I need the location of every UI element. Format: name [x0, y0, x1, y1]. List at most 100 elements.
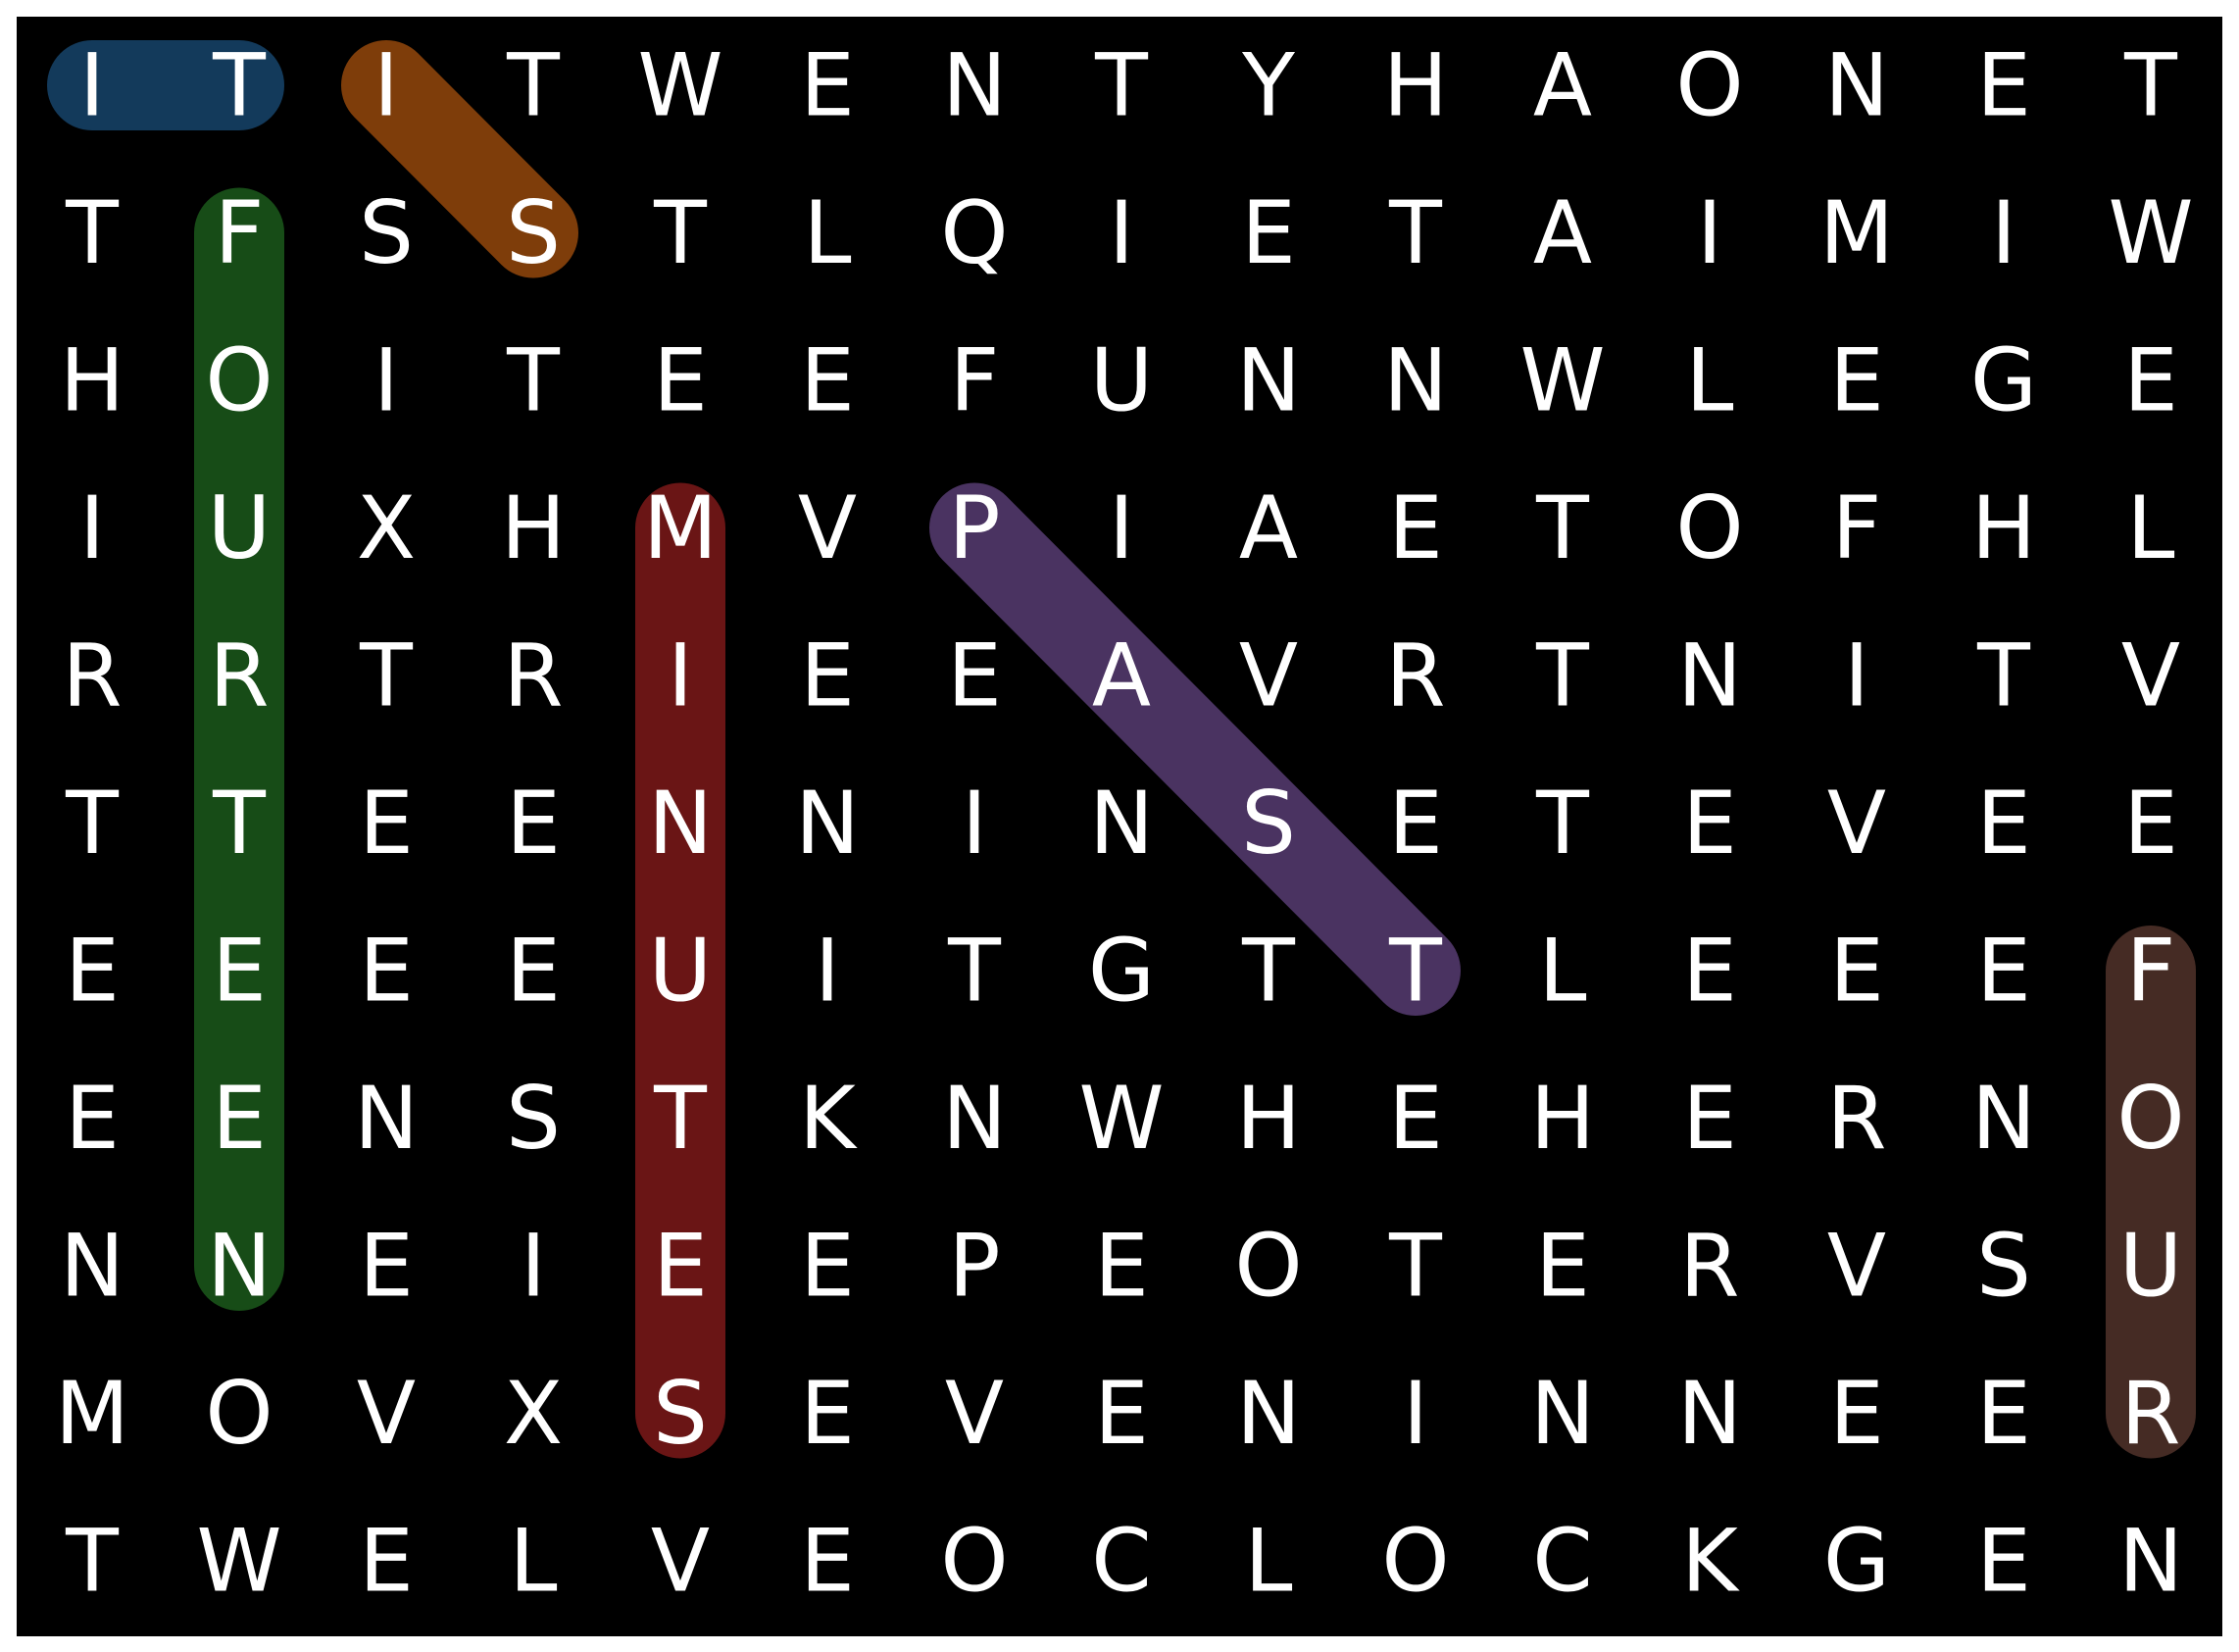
grid-cell[interactable]: V [1827, 773, 1886, 874]
grid-cell[interactable]: S [359, 182, 414, 283]
grid-cell[interactable]: G [1970, 330, 2037, 431]
grid-cell[interactable]: L [1685, 330, 1733, 431]
grid-cell[interactable]: T [1094, 35, 1149, 136]
grid-cell[interactable]: E [1976, 921, 2031, 1022]
grid-cell[interactable]: G [1823, 1511, 1890, 1612]
grid-cell[interactable]: L [1538, 921, 1586, 1022]
grid-cell[interactable]: L [1244, 1511, 1292, 1612]
grid-cell[interactable]: E [1682, 1068, 1737, 1169]
grid-cell[interactable]: P [948, 1216, 1000, 1317]
grid-cell[interactable]: E [212, 921, 267, 1022]
grid-cell[interactable]: E [506, 773, 561, 874]
grid-cell[interactable]: N [942, 35, 1007, 136]
grid-cell[interactable]: E [1388, 773, 1443, 874]
grid-cell[interactable]: I [1991, 182, 2016, 283]
grid-cell[interactable]: T [1535, 626, 1590, 726]
grid-cell[interactable]: V [798, 477, 857, 578]
grid-cell[interactable]: O [1675, 35, 1743, 136]
grid-cell[interactable]: I [521, 1216, 546, 1317]
grid-cell[interactable]: S [1976, 1216, 2031, 1317]
grid-cell[interactable]: E [653, 1216, 708, 1317]
grid-cell[interactable]: E [1682, 773, 1737, 874]
grid-cell[interactable]: H [1236, 1068, 1301, 1169]
grid-cell[interactable]: E [800, 1216, 855, 1317]
grid-cell[interactable]: E [359, 1216, 414, 1317]
grid-cell[interactable]: M [55, 1363, 129, 1464]
grid-cell[interactable]: V [2121, 626, 2180, 726]
grid-cell[interactable]: N [2118, 1511, 2183, 1612]
grid-cell[interactable]: S [1241, 773, 1296, 874]
grid-cell[interactable]: A [1533, 35, 1592, 136]
grid-cell[interactable]: E [1829, 921, 1884, 1022]
grid-cell[interactable]: T [947, 921, 1002, 1022]
grid-cell[interactable]: T [1388, 921, 1443, 1022]
grid-cell[interactable]: E [359, 921, 414, 1022]
grid-cell[interactable]: R [1385, 626, 1445, 726]
grid-cell[interactable]: N [1089, 773, 1154, 874]
grid-cell[interactable]: V [1827, 1216, 1886, 1317]
grid-cell[interactable]: L [803, 182, 851, 283]
grid-cell[interactable]: A [1533, 182, 1592, 283]
grid-cell[interactable]: E [1682, 921, 1737, 1022]
grid-cell[interactable]: C [1532, 1511, 1592, 1612]
grid-cell[interactable]: E [1094, 1363, 1149, 1464]
grid-cell[interactable]: E [800, 626, 855, 726]
grid-cell[interactable]: O [940, 1511, 1008, 1612]
grid-cell[interactable]: E [1976, 1363, 2031, 1464]
grid-cell[interactable]: N [648, 773, 713, 874]
grid-cell[interactable]: N [1236, 1363, 1301, 1464]
grid-cell[interactable]: N [1236, 330, 1301, 431]
grid-cell[interactable]: T [212, 35, 267, 136]
grid-cell[interactable]: P [948, 477, 1000, 578]
grid-cell[interactable]: I [79, 35, 105, 136]
grid-cell[interactable]: E [947, 626, 1002, 726]
grid-cell[interactable]: N [942, 1068, 1007, 1169]
grid-cell[interactable]: F [950, 330, 1000, 431]
grid-cell[interactable]: I [815, 921, 840, 1022]
grid-cell[interactable]: L [509, 1511, 557, 1612]
grid-cell[interactable]: T [65, 1511, 120, 1612]
grid-cell[interactable]: R [209, 626, 269, 726]
grid-cell[interactable]: A [1239, 477, 1298, 578]
grid-cell[interactable]: E [212, 1068, 267, 1169]
grid-cell[interactable]: T [359, 626, 414, 726]
grid-cell[interactable]: I [373, 35, 399, 136]
grid-cell[interactable]: N [1530, 1363, 1595, 1464]
grid-cell[interactable]: T [1976, 626, 2031, 726]
grid-cell[interactable]: L [2126, 477, 2174, 578]
grid-cell[interactable]: T [653, 182, 708, 283]
grid-cell[interactable]: T [506, 330, 561, 431]
grid-cell[interactable]: V [945, 1363, 1004, 1464]
grid-cell[interactable]: I [1109, 182, 1134, 283]
grid-cell[interactable]: E [1094, 1216, 1149, 1317]
grid-cell[interactable]: I [1697, 182, 1722, 283]
grid-cell[interactable]: T [1241, 921, 1296, 1022]
grid-cell[interactable]: H [1530, 1068, 1595, 1169]
grid-cell[interactable]: T [1535, 477, 1590, 578]
grid-cell[interactable]: W [1519, 330, 1605, 431]
grid-cell[interactable]: E [359, 1511, 414, 1612]
grid-cell[interactable]: U [2119, 1216, 2182, 1317]
grid-cell[interactable]: E [65, 921, 120, 1022]
grid-cell[interactable]: S [653, 1363, 708, 1464]
grid-cell[interactable]: T [2123, 35, 2178, 136]
grid-cell[interactable]: H [1971, 477, 2036, 578]
grid-cell[interactable]: I [1844, 626, 1869, 726]
grid-cell[interactable]: R [62, 626, 122, 726]
grid-cell[interactable]: E [800, 330, 855, 431]
grid-cell[interactable]: T [1388, 1216, 1443, 1317]
grid-cell[interactable]: T [1535, 773, 1590, 874]
grid-cell[interactable]: E [1388, 477, 1443, 578]
grid-cell[interactable]: E [359, 773, 414, 874]
grid-cell[interactable]: E [1829, 1363, 1884, 1464]
grid-cell[interactable]: E [506, 921, 561, 1022]
grid-cell[interactable]: T [653, 1068, 708, 1169]
grid-cell[interactable]: T [212, 773, 267, 874]
grid-cell[interactable]: E [1829, 330, 1884, 431]
grid-cell[interactable]: E [1388, 1068, 1443, 1169]
grid-cell[interactable]: V [1239, 626, 1298, 726]
grid-cell[interactable]: N [795, 773, 860, 874]
grid-cell[interactable]: Q [940, 182, 1008, 283]
grid-cell[interactable]: W [196, 1511, 281, 1612]
grid-cell[interactable]: O [2116, 1068, 2184, 1169]
